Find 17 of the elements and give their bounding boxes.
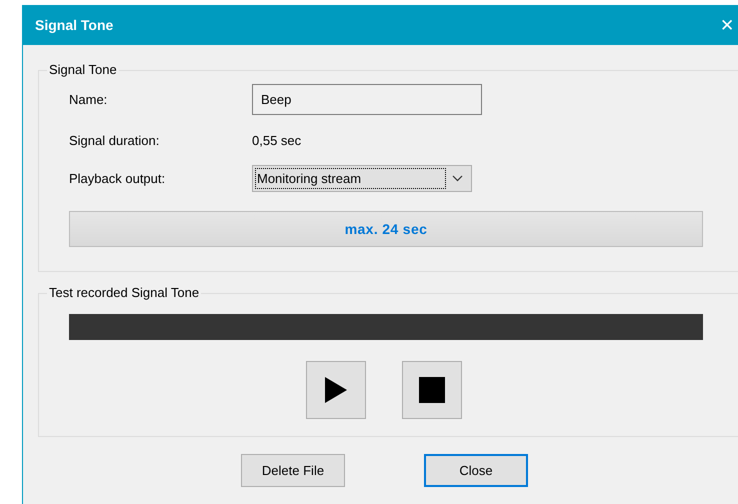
output-dropdown[interactable]: Monitoring stream: [252, 165, 472, 192]
field-label: Signal duration:: [69, 132, 160, 150]
duration-value: 0,55 sec: [252, 132, 302, 150]
limit-bar: max. 24 sec: [69, 211, 703, 247]
close-button[interactable]: Close: [424, 454, 528, 487]
group-title: Signal Tone: [47, 62, 119, 78]
delete-file-button[interactable]: Delete File: [241, 454, 345, 487]
name-field[interactable]: Beep: [252, 84, 482, 115]
play-icon: [325, 377, 347, 403]
field-label: Name:: [69, 90, 108, 109]
field-label: Playback output:: [69, 170, 166, 188]
stop-button[interactable]: [402, 361, 462, 419]
chevron-down-icon: [452, 175, 463, 182]
stop-icon: [419, 377, 445, 403]
group-title: Test recorded Signal Tone: [47, 285, 202, 301]
play-button[interactable]: [306, 361, 366, 419]
window-title: Signal Tone: [35, 16, 114, 35]
